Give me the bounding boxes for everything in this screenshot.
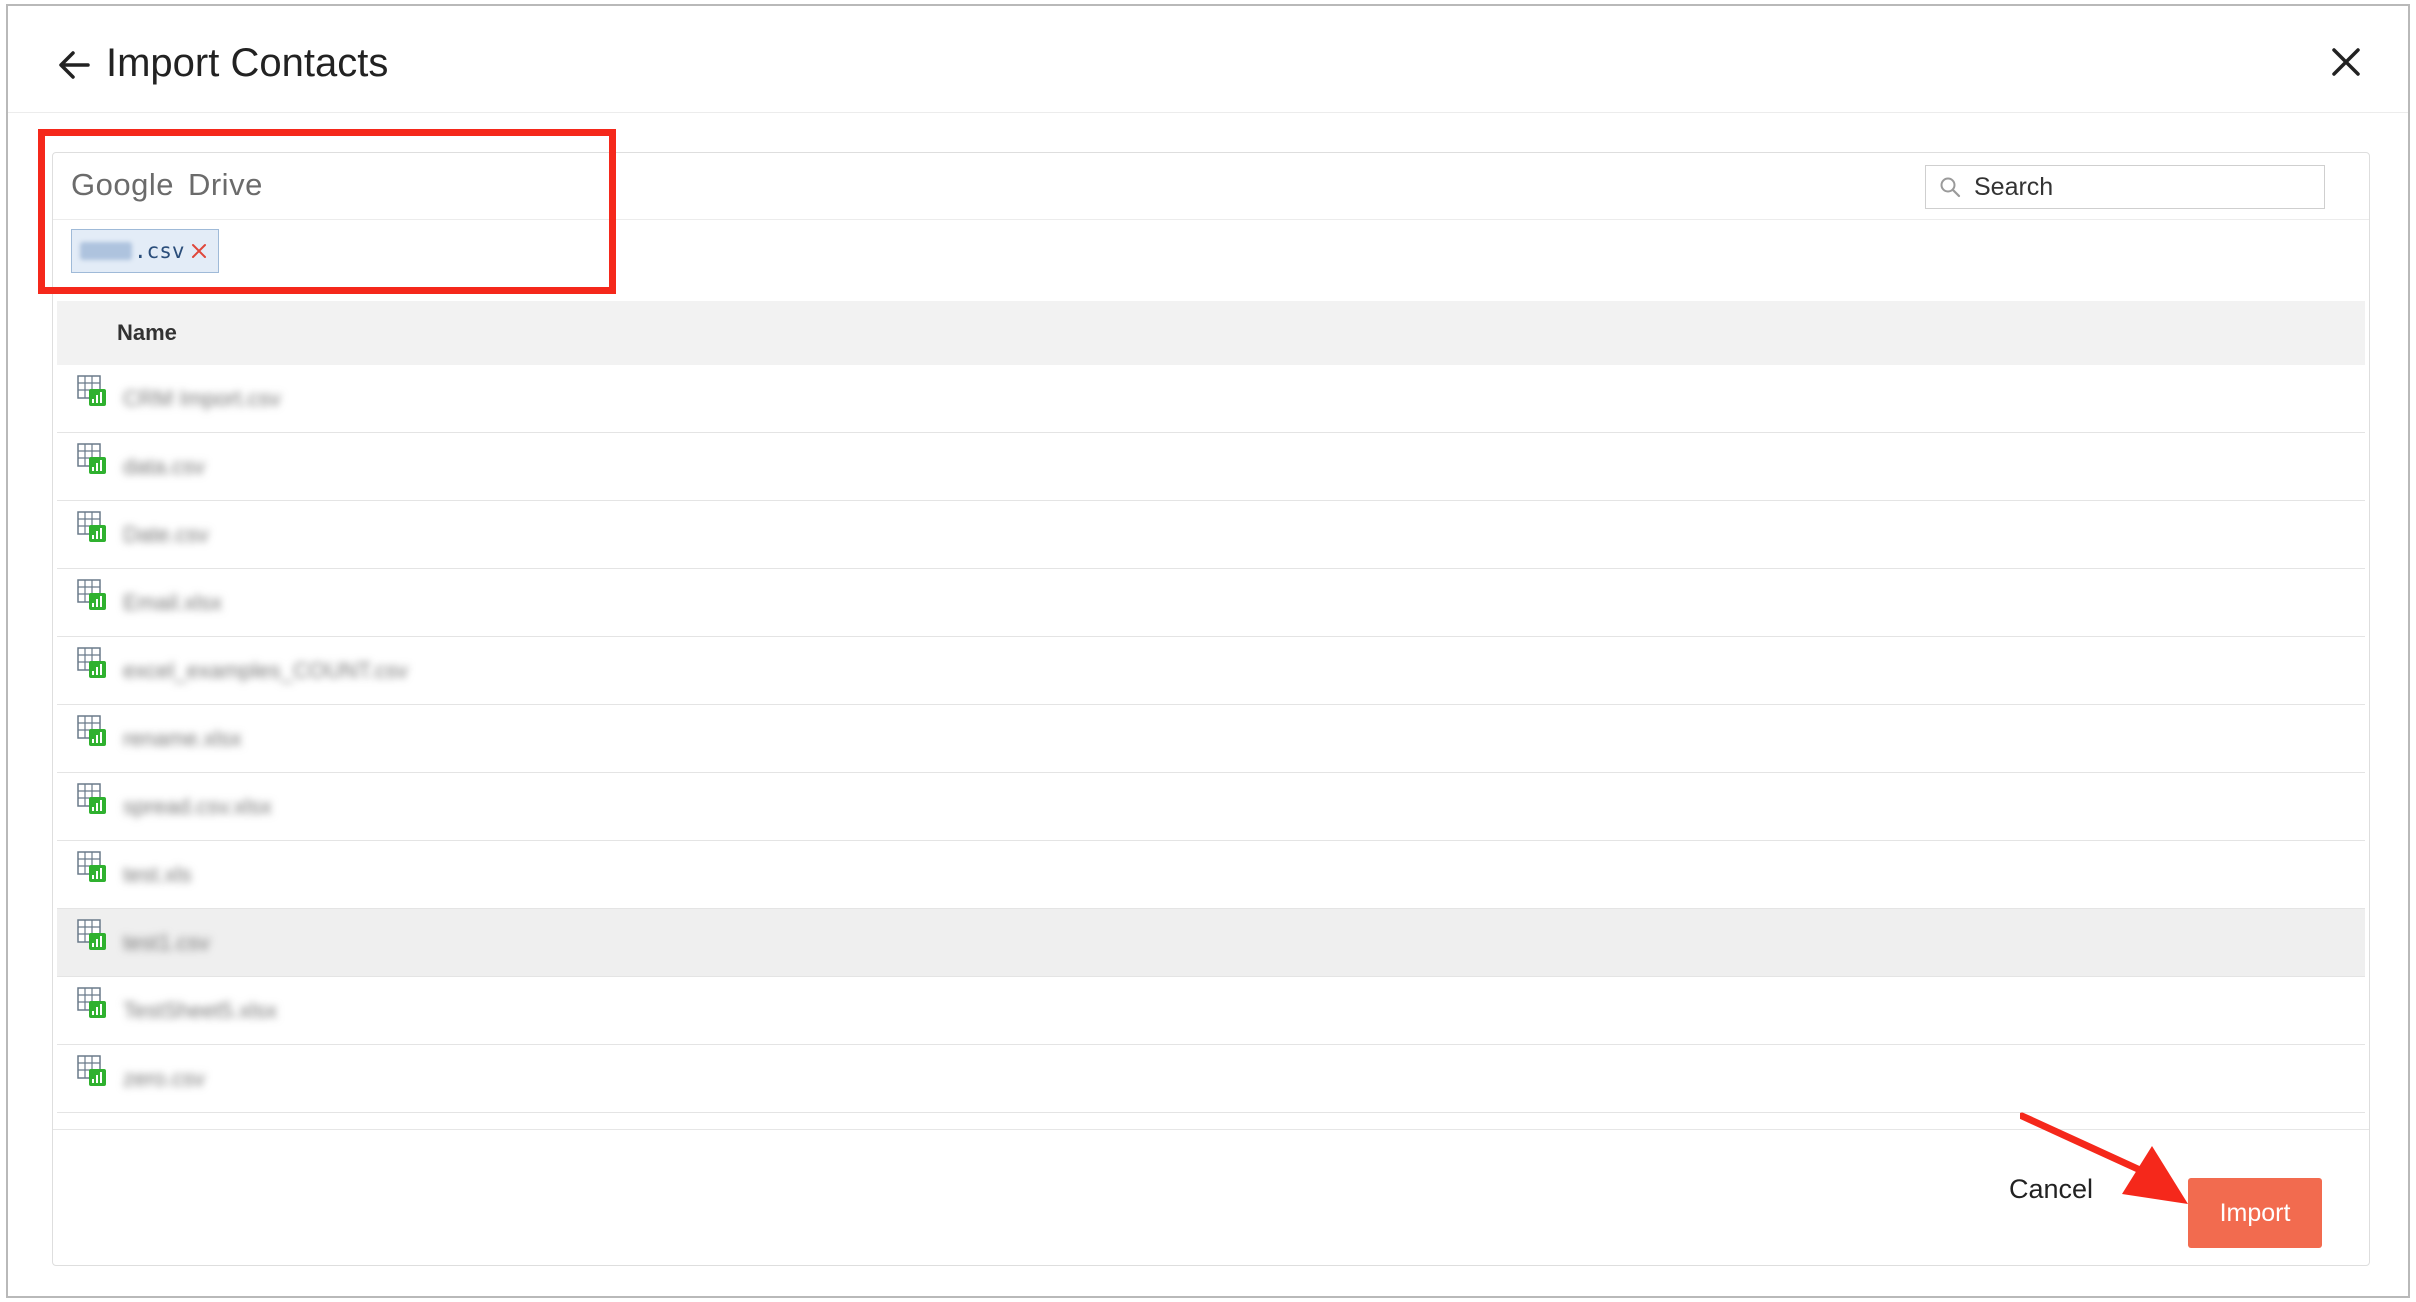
spreadsheet-file-icon bbox=[77, 579, 106, 610]
file-picker-panel: Google Drive .csv Name CRM Import.csv bbox=[52, 152, 2370, 1266]
file-name: data.csv bbox=[123, 454, 205, 479]
spreadsheet-file-icon bbox=[77, 647, 106, 678]
selected-file-chip: .csv bbox=[71, 229, 219, 273]
table-row[interactable]: Date.csv bbox=[57, 501, 2365, 569]
spreadsheet-file-icon bbox=[77, 987, 106, 1018]
dialog-header: Import Contacts bbox=[8, 6, 2408, 113]
spreadsheet-file-icon bbox=[77, 715, 106, 746]
search-box[interactable] bbox=[1925, 165, 2325, 209]
spreadsheet-file-icon bbox=[77, 851, 106, 882]
source-provider-drive: Drive bbox=[187, 167, 263, 202]
import-button[interactable]: Import bbox=[2188, 1178, 2322, 1248]
table-header: Name bbox=[57, 301, 2365, 365]
spreadsheet-file-icon bbox=[77, 919, 106, 950]
spreadsheet-file-icon bbox=[77, 443, 106, 474]
chip-filename-redacted bbox=[80, 242, 132, 260]
search-icon bbox=[1940, 177, 1961, 198]
file-table: Name CRM Import.csv data.csv Date.csv Em… bbox=[57, 301, 2365, 1113]
table-row[interactable]: rename.xlsx bbox=[57, 705, 2365, 773]
table-row[interactable]: test.xls bbox=[57, 841, 2365, 909]
chip-extension: .csv bbox=[134, 239, 185, 263]
table-row[interactable]: zero.csv bbox=[57, 1045, 2365, 1113]
search-input[interactable] bbox=[1972, 171, 2296, 203]
footer-divider bbox=[53, 1129, 2369, 1130]
table-row[interactable]: excel_examples_COUNT.csv bbox=[57, 637, 2365, 705]
table-row[interactable]: data.csv bbox=[57, 433, 2365, 501]
table-row[interactable]: Email.xlsx bbox=[57, 569, 2365, 637]
file-name: excel_examples_COUNT.csv bbox=[123, 658, 408, 683]
spreadsheet-file-icon bbox=[77, 783, 106, 814]
divider bbox=[53, 219, 2369, 220]
close-icon[interactable] bbox=[2326, 42, 2366, 82]
file-name: Date.csv bbox=[123, 522, 209, 547]
cancel-button[interactable]: Cancel bbox=[2003, 1173, 2099, 1206]
table-body: CRM Import.csv data.csv Date.csv Email.x… bbox=[57, 365, 2365, 1113]
arrow-left-icon[interactable] bbox=[52, 42, 98, 88]
spreadsheet-file-icon bbox=[77, 511, 106, 542]
table-row[interactable]: test1.csv bbox=[57, 909, 2365, 977]
file-name: CRM Import.csv bbox=[123, 386, 281, 411]
import-contacts-dialog: Import Contacts GoogleDrive .csv Nam bbox=[6, 4, 2410, 1298]
remove-icon[interactable] bbox=[188, 240, 210, 262]
file-name: spread.csv.xlsx bbox=[123, 794, 272, 819]
file-name: TestSheet5.xlsx bbox=[123, 998, 278, 1023]
table-row[interactable]: CRM Import.csv bbox=[57, 365, 2365, 433]
table-row[interactable]: spread.csv.xlsx bbox=[57, 773, 2365, 841]
source-label: Google Drive bbox=[71, 167, 263, 203]
file-name: rename.xlsx bbox=[123, 726, 242, 751]
file-name: Email.xlsx bbox=[123, 590, 223, 615]
page-title: Import Contacts bbox=[106, 41, 389, 85]
file-name: zero.csv bbox=[123, 1066, 205, 1091]
source-provider-google: Google bbox=[71, 167, 174, 202]
spreadsheet-file-icon bbox=[77, 375, 106, 406]
spreadsheet-file-icon bbox=[77, 1055, 106, 1086]
table-row[interactable]: TestSheet5.xlsx bbox=[57, 977, 2365, 1045]
file-name: test.xls bbox=[123, 862, 192, 887]
file-name: test1.csv bbox=[123, 930, 210, 955]
column-header-name[interactable]: Name bbox=[117, 320, 177, 346]
